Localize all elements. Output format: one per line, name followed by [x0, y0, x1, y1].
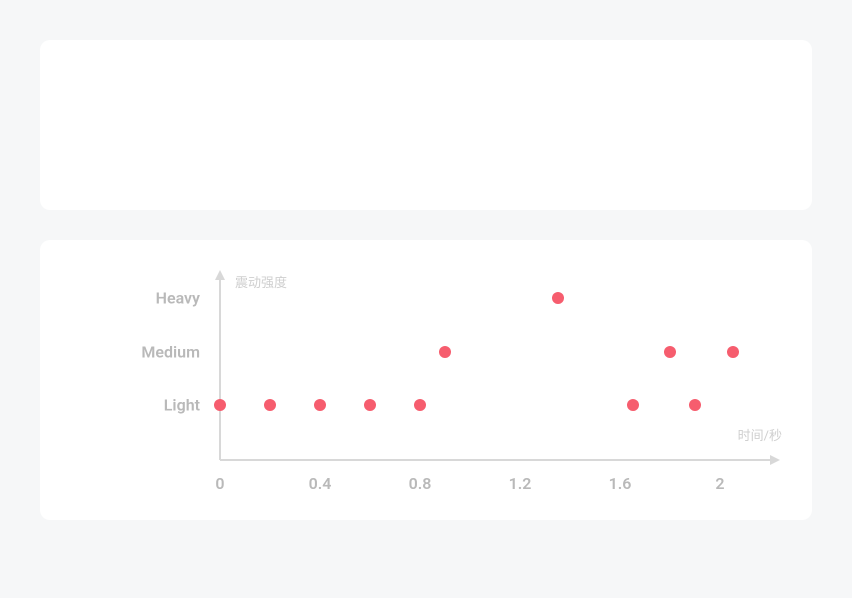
y-tick-light: Light	[80, 396, 200, 415]
chart-dot	[214, 399, 226, 411]
chart-dot	[414, 399, 426, 411]
x-tick-0: 0	[215, 474, 224, 493]
top-card	[40, 40, 812, 210]
chart-card: 震动强度 时间/秒 Light Medium Heavy 0 0.4 0.8 1…	[40, 240, 812, 520]
y-tick-heavy: Heavy	[80, 289, 200, 308]
chart-dot	[264, 399, 276, 411]
x-tick-2: 0.8	[409, 474, 432, 493]
x-tick-1: 0.4	[309, 474, 332, 493]
chart-dot	[689, 399, 701, 411]
chart-dot	[314, 399, 326, 411]
x-tick-4: 1.6	[609, 474, 632, 493]
x-tick-3: 1.2	[509, 474, 532, 493]
chart-dot	[727, 346, 739, 358]
x-tick-5: 2	[715, 474, 724, 493]
chart-dot	[552, 292, 564, 304]
chart-area: 震动强度 时间/秒 Light Medium Heavy 0 0.4 0.8 1…	[80, 270, 772, 500]
chart-dot	[664, 346, 676, 358]
chart-dot	[364, 399, 376, 411]
chart-dot	[439, 346, 451, 358]
chart-dot	[627, 399, 639, 411]
y-tick-medium: Medium	[80, 343, 200, 362]
